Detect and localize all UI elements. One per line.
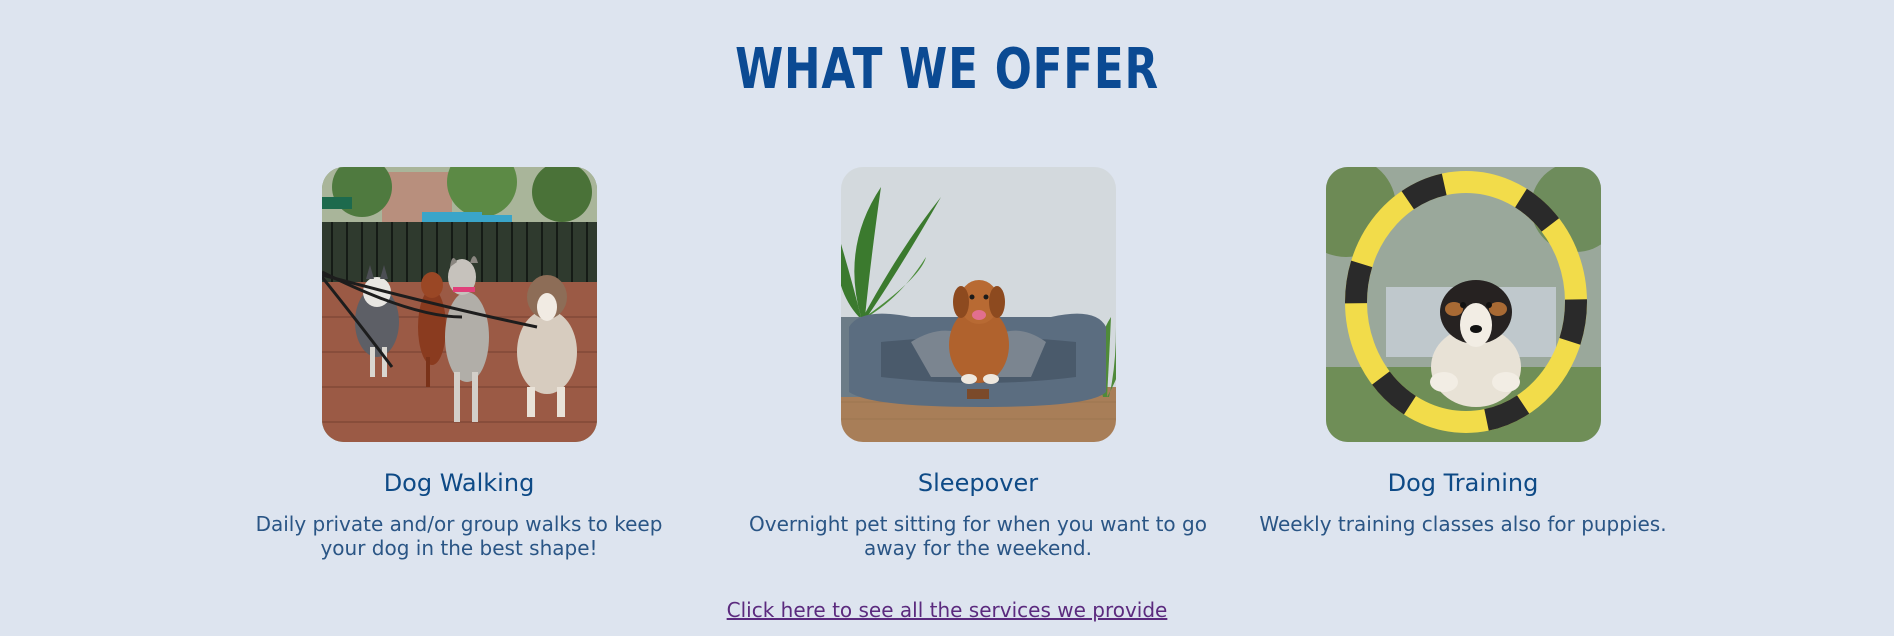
dog-walking-photo [321,167,597,442]
services-link-container: Click here to see all the services we pr… [0,597,1894,623]
service-card-sleepover: Sleepover Overnight pet sitting for when… [741,167,1215,560]
service-title: Dog Training [1387,469,1539,497]
service-title: Sleepover [917,469,1039,497]
service-description: Daily private and/or group walks to keep… [255,512,663,560]
service-title: Dog Walking [383,469,535,497]
service-description: Overnight pet sitting for when you want … [749,512,1207,560]
dog-training-photo [1325,167,1601,442]
sleepover-photo [840,167,1116,442]
section-title: WHAT WE OFFER [735,37,1159,102]
service-description: Weekly training classes also for puppies… [1259,512,1667,536]
all-services-link[interactable]: Click here to see all the services we pr… [727,598,1168,622]
service-card-dog-training: Dog Training Weekly training classes als… [1226,167,1700,536]
service-card-dog-walking: Dog Walking Daily private and/or group w… [222,167,696,560]
